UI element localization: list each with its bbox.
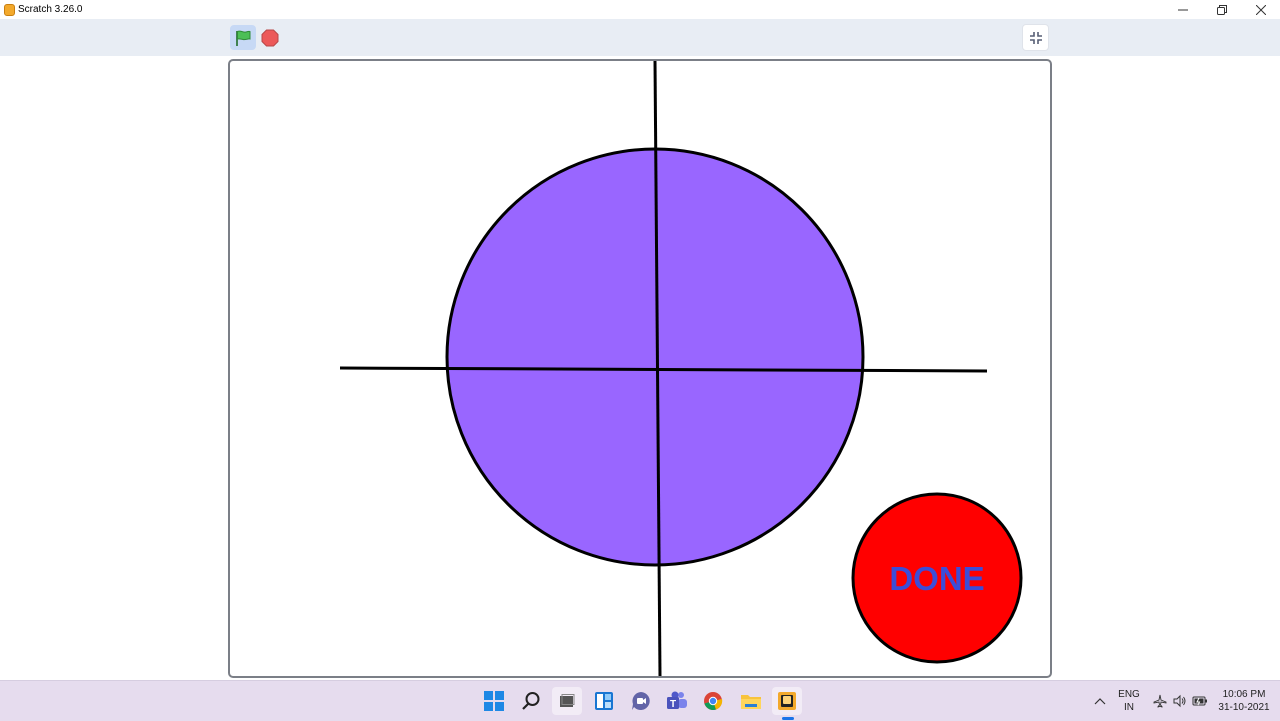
- widgets-icon: [595, 692, 613, 710]
- language-code: ENG: [1118, 689, 1140, 700]
- language-indicator[interactable]: ENG IN: [1115, 688, 1143, 714]
- chevron-up-icon: [1094, 698, 1106, 705]
- airplane-icon: [1153, 694, 1167, 708]
- chrome-icon: [704, 692, 723, 710]
- speaker-icon: [1173, 694, 1186, 708]
- file-explorer-icon: [741, 695, 761, 709]
- teams-button[interactable]: T: [662, 687, 692, 715]
- exit-fullscreen-icon: [1029, 31, 1042, 44]
- volume-button[interactable]: [1169, 687, 1191, 715]
- restore-button[interactable]: [1202, 0, 1241, 19]
- green-flag-icon: [236, 30, 251, 46]
- stage[interactable]: DONE: [228, 59, 1052, 678]
- clock[interactable]: 10:06 PM 31-10-2021: [1212, 688, 1276, 714]
- chat-icon: [632, 692, 650, 710]
- window-title: Scratch 3.26.0: [18, 4, 83, 15]
- search-button[interactable]: [516, 687, 546, 715]
- horizontal-line: [339, 366, 988, 373]
- airplane-mode-button[interactable]: [1149, 687, 1171, 715]
- start-button[interactable]: [479, 687, 509, 715]
- close-icon: [1255, 4, 1266, 15]
- done-label: DONE: [889, 560, 984, 597]
- task-view-button[interactable]: [552, 687, 582, 715]
- restore-icon: [1216, 4, 1227, 15]
- task-view-icon: [560, 694, 575, 707]
- done-button[interactable]: DONE: [851, 492, 1023, 664]
- exit-fullscreen-button[interactable]: [1022, 24, 1049, 51]
- stage-canvas: DONE: [339, 61, 1023, 676]
- title-bar: Scratch 3.26.0: [0, 0, 1280, 19]
- green-flag-button[interactable]: [230, 25, 256, 50]
- clock-time: 10:06 PM: [1222, 689, 1266, 700]
- minimize-icon: [1177, 9, 1188, 10]
- clock-date: 31-10-2021: [1218, 702, 1270, 713]
- taskbar: T ENG IN 10:06 PM 31-10-2021: [0, 680, 1280, 721]
- chrome-button[interactable]: [698, 687, 728, 715]
- minimize-button[interactable]: [1163, 0, 1202, 19]
- widgets-button[interactable]: [589, 687, 619, 715]
- scratch-icon: [778, 692, 796, 710]
- stage-toolbar: [0, 19, 1280, 56]
- scratch-app-icon: [4, 3, 15, 16]
- svg-text:T: T: [670, 699, 676, 710]
- stop-icon: [261, 29, 279, 47]
- battery-button[interactable]: [1189, 687, 1211, 715]
- stop-button[interactable]: [260, 28, 280, 48]
- show-hidden-icons-button[interactable]: [1089, 687, 1111, 715]
- scratch-taskbar-button[interactable]: [772, 687, 802, 715]
- window-controls: [1163, 0, 1280, 19]
- chat-button[interactable]: [626, 687, 656, 715]
- battery-charging-icon: [1192, 696, 1207, 706]
- search-icon: [522, 692, 540, 710]
- file-explorer-button[interactable]: [736, 687, 766, 715]
- windows-start-icon: [484, 691, 504, 711]
- teams-icon: T: [667, 691, 687, 710]
- close-button[interactable]: [1241, 0, 1280, 19]
- language-region: IN: [1124, 702, 1134, 713]
